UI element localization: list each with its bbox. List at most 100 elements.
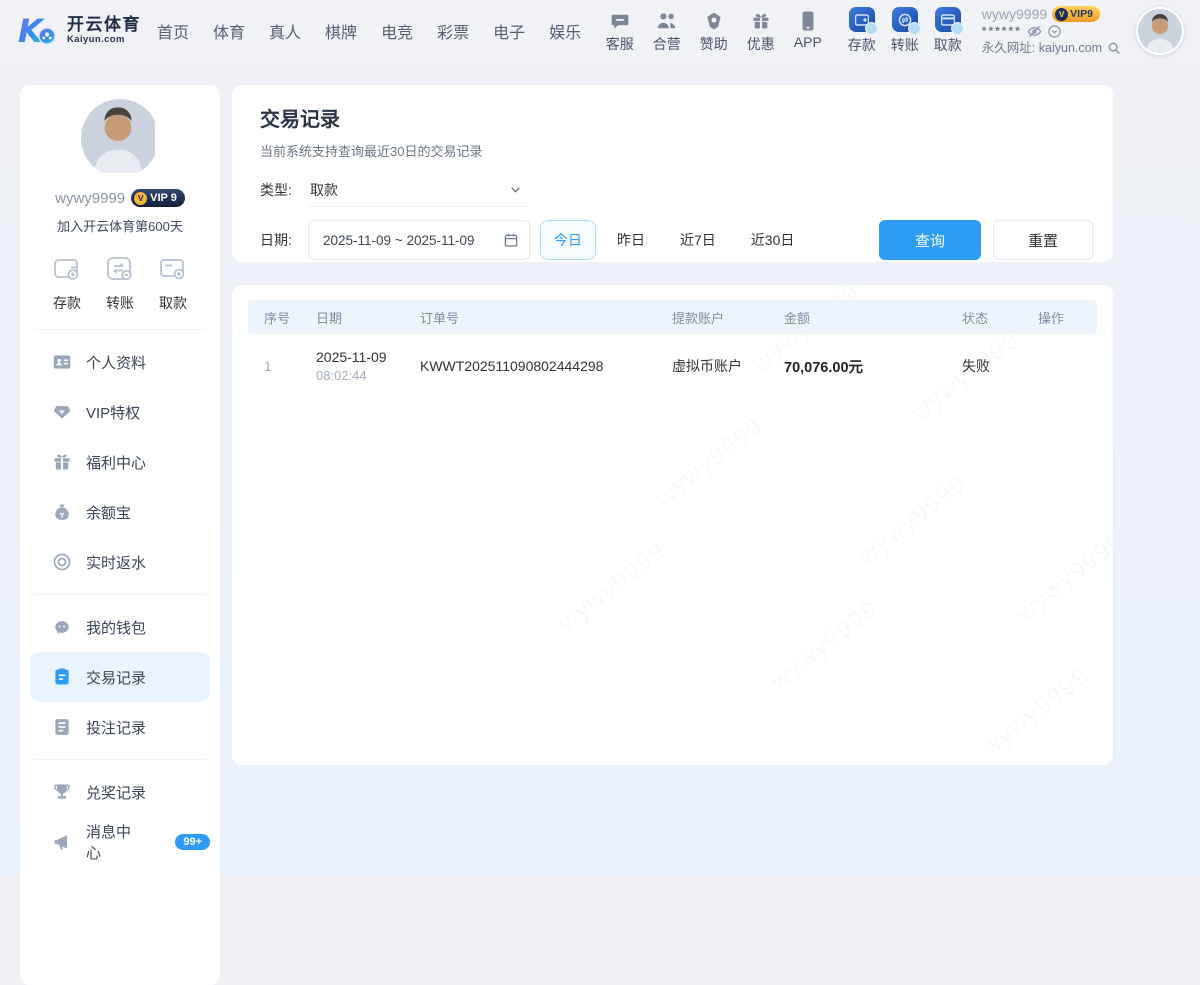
promo-button[interactable]: 优惠 — [747, 9, 775, 54]
chevron-down-icon — [509, 183, 522, 196]
main-content: 交易记录 当前系统支持查询最近30日的交易记录 类型: 取款 日期: 2025-… — [232, 85, 1113, 765]
brand-k-icon: K — [16, 13, 60, 49]
transfer-button-top[interactable]: 转账 — [891, 7, 919, 55]
sidebar-item-vip[interactable]: VIP特权 — [30, 387, 210, 437]
app-button[interactable]: APP — [794, 9, 822, 54]
wallet-quick-actions: 存款 转账 取款 — [848, 7, 962, 55]
nav-item-slots[interactable]: 电子 — [493, 19, 525, 43]
username[interactable]: wywy9999 — [982, 6, 1047, 23]
wallet-outline-icon — [44, 255, 90, 285]
search-button[interactable]: 查询 — [879, 220, 981, 260]
id-card-icon — [52, 352, 72, 372]
trophy-icon — [52, 782, 72, 802]
deposit-icon — [849, 7, 875, 32]
badge-icon — [700, 9, 728, 31]
brand-name: 开云体育 — [67, 16, 141, 35]
date-label: 日期: — [260, 230, 308, 250]
people-icon — [653, 9, 681, 31]
vip-badge-sidebar[interactable]: V VIP 9 — [131, 189, 185, 207]
megaphone-icon — [52, 832, 72, 852]
date-range-input[interactable]: 2025-11-09 ~ 2025-11-09 — [308, 220, 530, 260]
record-book-icon — [52, 667, 72, 687]
gift-icon — [747, 9, 775, 31]
nav-item-esports[interactable]: 电竞 — [381, 19, 413, 43]
calendar-icon[interactable] — [503, 232, 519, 248]
sidebar-item-rebate[interactable]: 实时返水 — [30, 537, 210, 587]
deposit-button-sidebar[interactable]: 存款 — [44, 255, 90, 313]
row-datetime: 2025-11-09 08:02:44 — [300, 334, 404, 398]
records-table: 序号 日期 订单号 提款账户 金额 状态 操作 1 — [248, 300, 1097, 398]
sidebar-item-prizes[interactable]: 兑奖记录 — [30, 767, 210, 817]
type-select[interactable]: 取款 — [308, 173, 530, 207]
nav-item-entertainment[interactable]: 娱乐 — [549, 19, 581, 43]
sidebar-item-profile[interactable]: 个人资料 — [30, 337, 210, 387]
col-date: 日期 — [300, 300, 404, 334]
sidebar-item-welfare[interactable]: 福利中心 — [30, 437, 210, 487]
quick-range-group: 今日 昨日 近7日 近30日 — [540, 220, 808, 260]
chat-icon — [606, 9, 634, 31]
bet-record-icon — [52, 717, 72, 737]
refresh-circle-icon[interactable] — [1047, 24, 1062, 39]
nav-item-live[interactable]: 真人 — [269, 19, 301, 43]
reset-button[interactable]: 重置 — [993, 220, 1093, 260]
nav-item-chess[interactable]: 棋牌 — [325, 19, 357, 43]
range-30days-button[interactable]: 近30日 — [737, 220, 809, 260]
sidebar-item-messages[interactable]: 消息中心 99+ — [30, 817, 210, 867]
range-yesterday-button[interactable]: 昨日 — [603, 220, 659, 260]
sidebar: wywy9999 V VIP 9 加入开云体育第600天 存款 — [20, 85, 220, 985]
vip-badge-top[interactable]: V VIP9 — [1052, 6, 1100, 22]
nav-item-home[interactable]: 首页 — [157, 19, 189, 43]
gem-icon — [52, 402, 72, 422]
nav-item-sports[interactable]: 体育 — [213, 19, 245, 43]
range-today-button[interactable]: 今日 — [540, 220, 596, 260]
sidebar-menu-misc: 兑奖记录 消息中心 99+ — [20, 760, 220, 874]
table-row: 1 2025-11-09 08:02:44 KWWT20251109080244… — [248, 334, 1097, 398]
withdraw-button-sidebar[interactable]: 取款 — [150, 255, 196, 313]
col-index: 序号 — [248, 300, 300, 334]
type-filter-row: 类型: 取款 — [260, 173, 1093, 207]
card-outline-icon — [150, 255, 196, 285]
nav-item-lottery[interactable]: 彩票 — [437, 19, 469, 43]
profile-username: wywy9999 — [55, 190, 125, 207]
page-title: 交易记录 — [260, 103, 1093, 132]
transfer-outline-icon — [97, 255, 143, 285]
type-label: 类型: — [260, 180, 308, 200]
row-amount: 70,076.00元 — [768, 334, 946, 398]
withdraw-icon — [935, 7, 961, 32]
col-amount: 金额 — [768, 300, 946, 334]
sidebar-item-transactions[interactable]: 交易记录 — [30, 652, 210, 702]
range-7days-button[interactable]: 近7日 — [666, 220, 730, 260]
row-time: 08:02:44 — [316, 368, 404, 383]
records-table-card: wywy9999 wywy9999 wywy9999 wywy9999 wywy… — [232, 285, 1113, 765]
gift-box-icon — [52, 452, 72, 472]
sidebar-item-wallet[interactable]: 我的钱包 — [30, 602, 210, 652]
message-count-badge: 99+ — [175, 834, 210, 850]
table-header: 序号 日期 订单号 提款账户 金额 状态 操作 — [248, 300, 1097, 334]
col-action: 操作 — [1022, 300, 1097, 334]
eye-off-icon[interactable] — [1027, 24, 1042, 39]
col-order-no: 订单号 — [404, 300, 656, 334]
service-button[interactable]: 客服 — [606, 9, 634, 54]
top-navigation: 首页 体育 真人 棋牌 电竞 彩票 电子 娱乐 — [157, 19, 581, 43]
deposit-button-top[interactable]: 存款 — [848, 7, 876, 55]
sidebar-item-yuebao[interactable]: 余额宝 — [30, 487, 210, 537]
brand-domain: Kaiyun.com — [67, 35, 141, 45]
col-status: 状态 — [946, 300, 1022, 334]
sponsor-button[interactable]: 赞助 — [700, 9, 728, 54]
sidebar-item-bets[interactable]: 投注记录 — [30, 702, 210, 752]
partner-button[interactable]: 合营 — [653, 9, 681, 54]
topbar: K 开云体育 Kaiyun.com 首页 体育 真人 棋牌 电竞 彩票 电子 娱… — [0, 0, 1200, 62]
transfer-button-sidebar[interactable]: 转账 — [97, 255, 143, 313]
profile-avatar[interactable] — [81, 99, 159, 177]
search-icon[interactable] — [1107, 41, 1122, 56]
row-action — [1022, 334, 1097, 398]
filter-card: 交易记录 当前系统支持查询最近30日的交易记录 类型: 取款 日期: 2025-… — [232, 85, 1113, 262]
date-range-value: 2025-11-09 ~ 2025-11-09 — [323, 233, 503, 248]
date-filter-row: 日期: 2025-11-09 ~ 2025-11-09 今日 昨日 近7日 近3… — [260, 220, 1093, 260]
withdraw-button-top[interactable]: 取款 — [934, 7, 962, 55]
avatar[interactable] — [1136, 7, 1184, 55]
sidebar-menu-records: 我的钱包 交易记录 投注记录 — [20, 595, 220, 759]
row-date: 2025-11-09 — [316, 349, 404, 365]
brand-logo[interactable]: K 开云体育 Kaiyun.com — [16, 13, 141, 49]
vip-shield-icon: V — [1055, 8, 1068, 21]
